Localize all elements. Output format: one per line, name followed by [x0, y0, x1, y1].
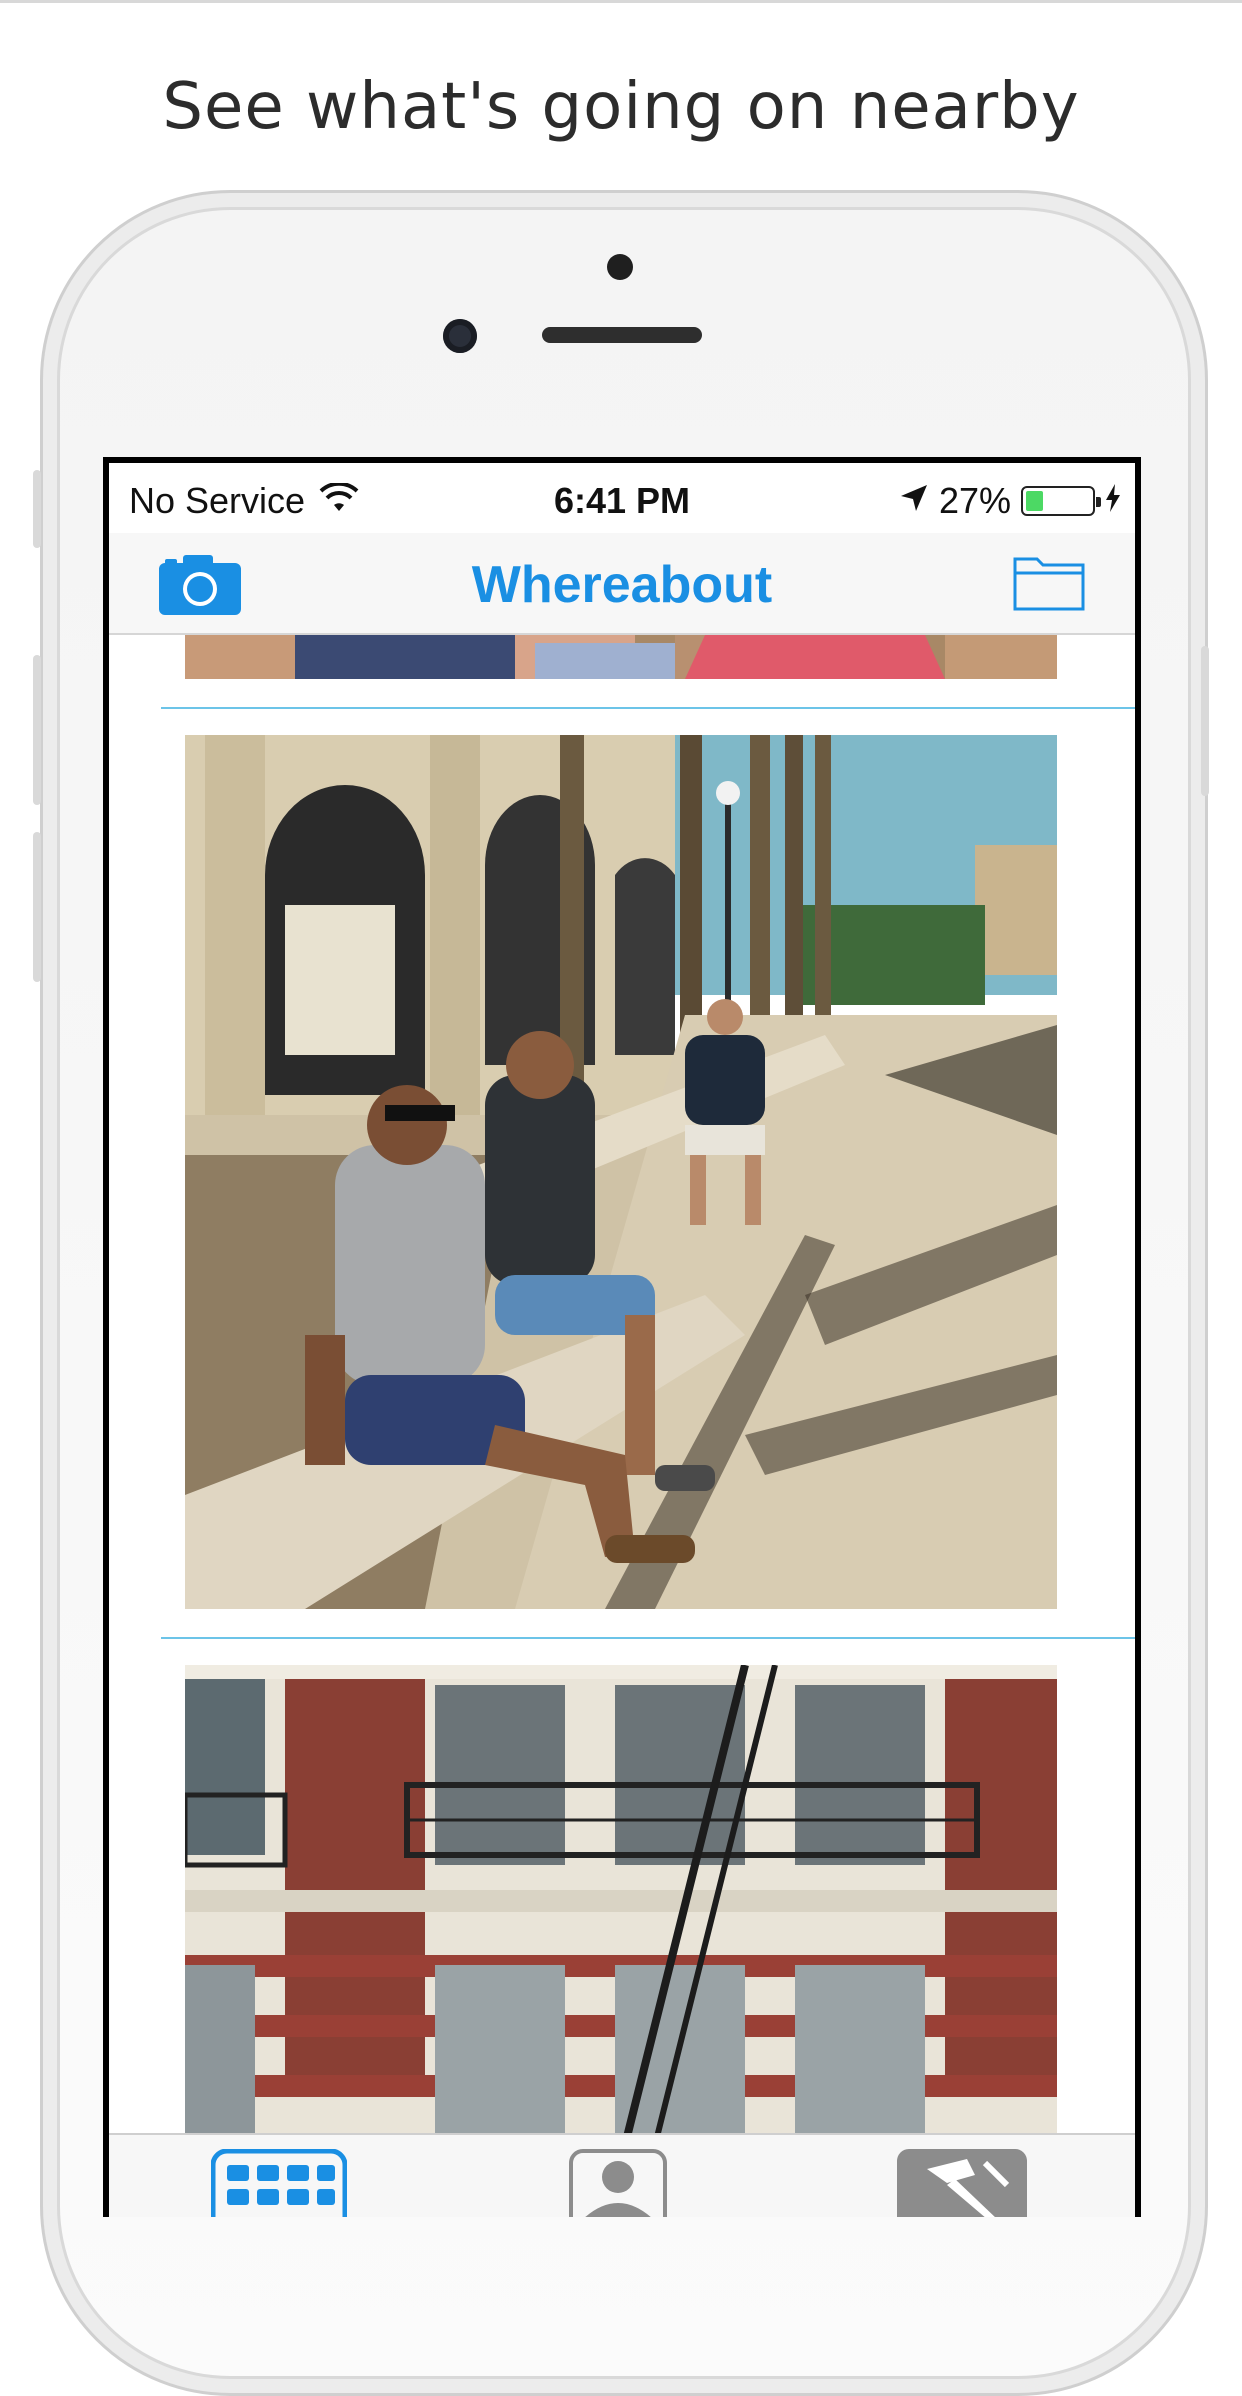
- folder-button[interactable]: [1013, 553, 1085, 616]
- top-divider: [0, 0, 1242, 3]
- proximity-sensor: [607, 254, 633, 280]
- feed-photo-2[interactable]: [185, 735, 1057, 1609]
- battery-icon: [1021, 486, 1101, 516]
- location-arrow-icon: [899, 480, 929, 522]
- hammer-icon: [897, 2149, 1027, 2217]
- battery-percent: 27%: [938, 480, 1011, 521]
- app-title: Whereabout: [471, 556, 773, 614]
- profile-icon: [569, 2149, 667, 2217]
- mute-switch: [33, 470, 41, 548]
- marketing-headline: See what's going on nearby: [162, 70, 1080, 144]
- photo-feed[interactable]: [109, 635, 1135, 2217]
- feed-photo-1[interactable]: [185, 635, 1057, 679]
- folder-icon: [1013, 557, 1085, 611]
- feed-photo-3[interactable]: [185, 1665, 1057, 2145]
- navigation-bar: Whereabout: [109, 533, 1135, 635]
- feed-separator: [161, 1637, 1135, 1639]
- power-button: [1201, 646, 1209, 796]
- charging-bolt-icon: [1105, 480, 1121, 522]
- feed-separator: [161, 707, 1135, 709]
- volume-down-button: [33, 832, 41, 982]
- volume-up-button: [33, 655, 41, 805]
- tab-tools[interactable]: [897, 2149, 1027, 2217]
- tab-feed[interactable]: [210, 2148, 348, 2217]
- status-bar: No Service 6:41 PM 27%: [109, 463, 1135, 533]
- earpiece-speaker: [542, 327, 702, 343]
- front-camera: [443, 319, 477, 353]
- tab-profile[interactable]: [569, 2149, 667, 2217]
- phone-screen: No Service 6:41 PM 27% Whereabout: [103, 457, 1141, 2217]
- tab-bar: [109, 2133, 1135, 2217]
- grid-icon: [210, 2148, 348, 2217]
